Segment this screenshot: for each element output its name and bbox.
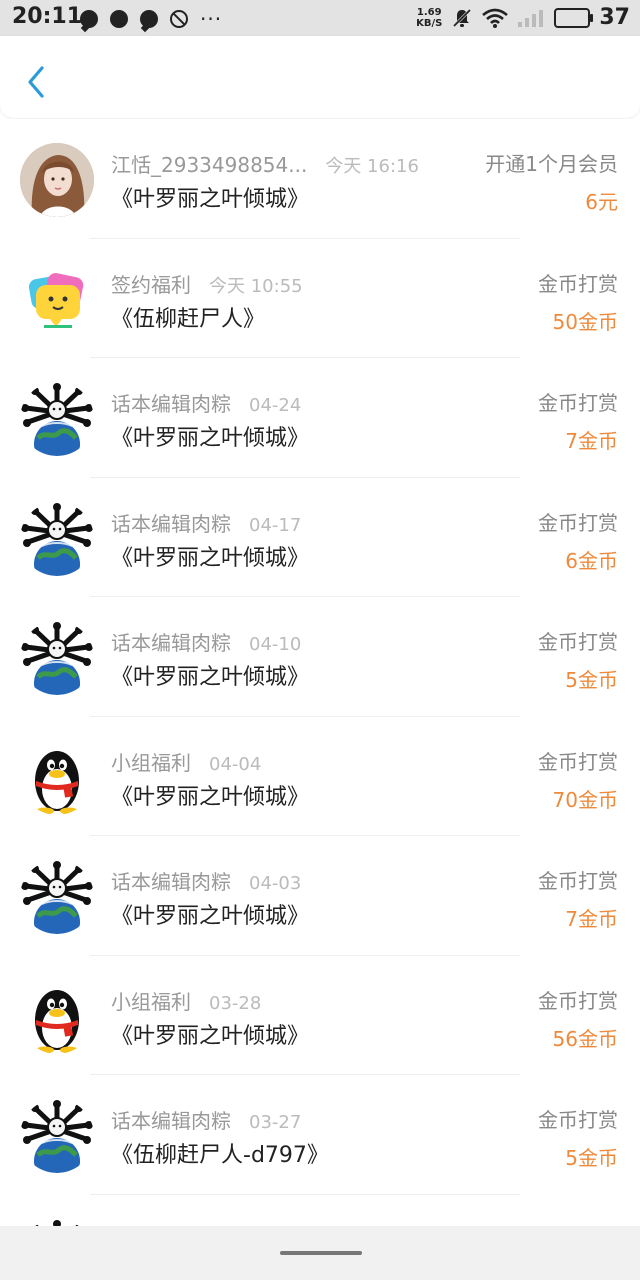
wifi-icon xyxy=(482,8,509,28)
row-meta: 话本编辑肉粽 04-17 xyxy=(111,508,301,537)
network-speed-unit: KB/S xyxy=(416,17,443,29)
network-speed: 1.69 KB/S xyxy=(416,7,442,29)
transaction-type: 金币打赏 xyxy=(538,988,618,1013)
book-title: 《叶罗丽之叶倾城》 xyxy=(111,1023,310,1049)
globe-avatar[interactable] xyxy=(20,1218,94,1226)
timestamp: 今天 16:16 xyxy=(325,156,419,177)
timestamp: 04-03 xyxy=(249,873,302,894)
book-title: 《叶罗丽之叶倾城》 xyxy=(111,426,310,451)
message-icon xyxy=(80,10,98,28)
transaction-type: 金币打赏 xyxy=(538,391,618,415)
status-bar: 20:11 ··· 1.69 KB/S 37 xyxy=(0,0,640,36)
transaction-amount: 6元 xyxy=(585,190,618,214)
home-indicator[interactable] xyxy=(280,1251,362,1255)
transaction-type: 金币打赏 xyxy=(538,1108,618,1132)
list-item[interactable]: 小组福利 03-28 《叶罗丽之叶倾城》 金币打赏 56金币 xyxy=(0,956,640,1075)
globe-avatar[interactable] xyxy=(20,501,94,576)
sender-name: 话本编辑肉粽 xyxy=(111,392,231,416)
sender-name: 江恬_2933498854... xyxy=(111,153,308,177)
cellular-signal-icon xyxy=(518,9,544,27)
globe-avatar[interactable] xyxy=(20,382,94,456)
chevron-left-icon xyxy=(28,66,44,98)
book-title: 《伍柳赶尸人-d797》 xyxy=(111,1143,329,1168)
mute-icon xyxy=(453,8,472,27)
sender-name: 小组福利 xyxy=(111,989,191,1014)
globe-avatar[interactable] xyxy=(20,860,94,934)
timestamp: 04-10 xyxy=(249,634,302,655)
transaction-amount: 5金币 xyxy=(565,1146,618,1170)
transaction-type: 金币打赏 xyxy=(538,749,618,774)
list-item[interactable]: 江恬_2933498854... 今天 16:16 《叶罗丽之叶倾城》 开通1个… xyxy=(0,119,640,239)
back-button[interactable] xyxy=(20,60,60,100)
battery-icon xyxy=(554,7,594,28)
penguin-avatar[interactable] xyxy=(20,979,94,1054)
row-meta: 小组福利 04-04 xyxy=(111,747,261,776)
transaction-amount: 70金币 xyxy=(552,787,618,812)
list-item[interactable]: 话本编辑肉粽 04-10 《叶罗丽之叶倾城》 金币打赏 5金币 xyxy=(0,597,640,717)
book-title: 《叶罗丽之叶倾城》 xyxy=(111,665,310,690)
status-time: 20:11 xyxy=(12,4,83,29)
transaction-amount: 7金币 xyxy=(565,907,618,931)
timestamp: 03-27 xyxy=(249,1112,302,1133)
row-meta: 签约福利 今天 10:55 xyxy=(111,269,303,298)
chat-bubble-avatar[interactable] xyxy=(20,262,94,337)
gesture-bar xyxy=(0,1226,640,1280)
timestamp: 04-04 xyxy=(209,753,262,775)
sender-name: 小组福利 xyxy=(111,750,191,775)
list-item[interactable]: 话本编辑肉粽 金币打赏 xyxy=(0,1195,640,1226)
photo-avatar[interactable] xyxy=(20,143,94,217)
comment-icon xyxy=(140,10,158,28)
transaction-amount: 5金币 xyxy=(565,668,618,692)
sender-name: 话本编辑肉粽 xyxy=(111,631,231,655)
list-item[interactable]: 话本编辑肉粽 03-27 《伍柳赶尸人-d797》 金币打赏 5金币 xyxy=(0,1075,640,1195)
sender-name: 签约福利 xyxy=(111,272,191,297)
globe-avatar[interactable] xyxy=(20,621,94,695)
row-meta: 小组福利 03-28 xyxy=(111,986,261,1015)
book-title: 《叶罗丽之叶倾城》 xyxy=(111,187,310,212)
timestamp: 今天 10:55 xyxy=(209,275,303,297)
transaction-type: 金币打赏 xyxy=(538,271,618,296)
book-title: 《叶罗丽之叶倾城》 xyxy=(111,784,310,810)
transaction-amount: 56金币 xyxy=(552,1026,618,1051)
book-title: 《伍柳赶尸人》 xyxy=(111,306,266,332)
row-meta: 话本编辑肉粽 04-10 xyxy=(111,627,301,656)
transaction-type: 金币打赏 xyxy=(538,510,618,535)
globe-avatar[interactable] xyxy=(20,1099,94,1173)
do-not-disturb-icon xyxy=(170,10,188,28)
list-item[interactable]: 话本编辑肉粽 04-17 《叶罗丽之叶倾城》 金币打赏 6金币 xyxy=(0,478,640,597)
timestamp: 03-28 xyxy=(209,992,262,1014)
row-meta: 话本编辑肉粽 03-27 xyxy=(111,1105,301,1134)
transaction-type: 金币打赏 xyxy=(538,869,618,893)
timestamp: 04-24 xyxy=(249,395,302,416)
book-title: 《叶罗丽之叶倾城》 xyxy=(111,904,310,929)
transaction-type: 金币打赏 xyxy=(538,630,618,654)
list-item[interactable]: 话本编辑肉粽 04-03 《叶罗丽之叶倾城》 金币打赏 7金币 xyxy=(0,836,640,956)
row-meta: 江恬_2933498854... 今天 16:16 xyxy=(111,149,419,178)
transaction-amount: 6金币 xyxy=(565,548,618,573)
list-item[interactable]: 话本编辑肉粽 04-24 《叶罗丽之叶倾城》 金币打赏 7金币 xyxy=(0,358,640,478)
penguin-avatar[interactable] xyxy=(20,740,94,815)
transaction-type: 开通1个月会员 xyxy=(485,152,618,176)
timestamp: 04-17 xyxy=(249,514,302,536)
network-speed-value: 1.69 xyxy=(416,6,442,18)
sender-name: 话本编辑肉粽 xyxy=(111,870,231,894)
row-meta: 话本编辑肉粽 04-03 xyxy=(111,866,301,895)
book-title: 《叶罗丽之叶倾城》 xyxy=(111,545,310,571)
transaction-amount: 50金币 xyxy=(552,309,618,334)
chat-icon xyxy=(110,10,128,28)
battery-percentage: 37 xyxy=(599,5,630,30)
notification-icons: ··· xyxy=(80,9,222,29)
row-meta: 话本编辑肉粽 04-24 xyxy=(111,388,301,417)
sender-name: 话本编辑肉粽 xyxy=(111,1109,231,1133)
sender-name: 话本编辑肉粽 xyxy=(111,511,231,536)
list-item[interactable]: 小组福利 04-04 《叶罗丽之叶倾城》 金币打赏 70金币 xyxy=(0,717,640,836)
top-header xyxy=(0,36,640,118)
list-item[interactable]: 签约福利 今天 10:55 《伍柳赶尸人》 金币打赏 50金币 xyxy=(0,239,640,358)
transaction-amount: 7金币 xyxy=(565,429,618,453)
more-icon: ··· xyxy=(200,7,223,31)
status-right: 1.69 KB/S 37 xyxy=(416,5,630,30)
income-record-list: 江恬_2933498854... 今天 16:16 《叶罗丽之叶倾城》 开通1个… xyxy=(0,119,640,1226)
